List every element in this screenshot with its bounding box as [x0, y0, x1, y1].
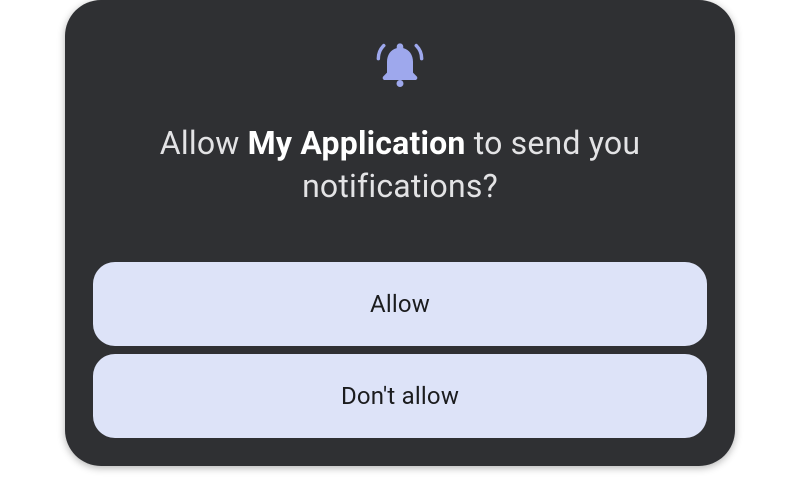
app-name: My Application [248, 124, 466, 162]
allow-button[interactable]: Allow [93, 262, 707, 346]
bell-icon [374, 38, 426, 94]
button-group: Allow Don't allow [93, 262, 707, 438]
notification-permission-dialog: Allow My Application to send you notific… [65, 0, 735, 466]
deny-button[interactable]: Don't allow [93, 354, 707, 438]
title-prefix: Allow [160, 124, 248, 162]
dialog-title: Allow My Application to send you notific… [120, 122, 680, 208]
